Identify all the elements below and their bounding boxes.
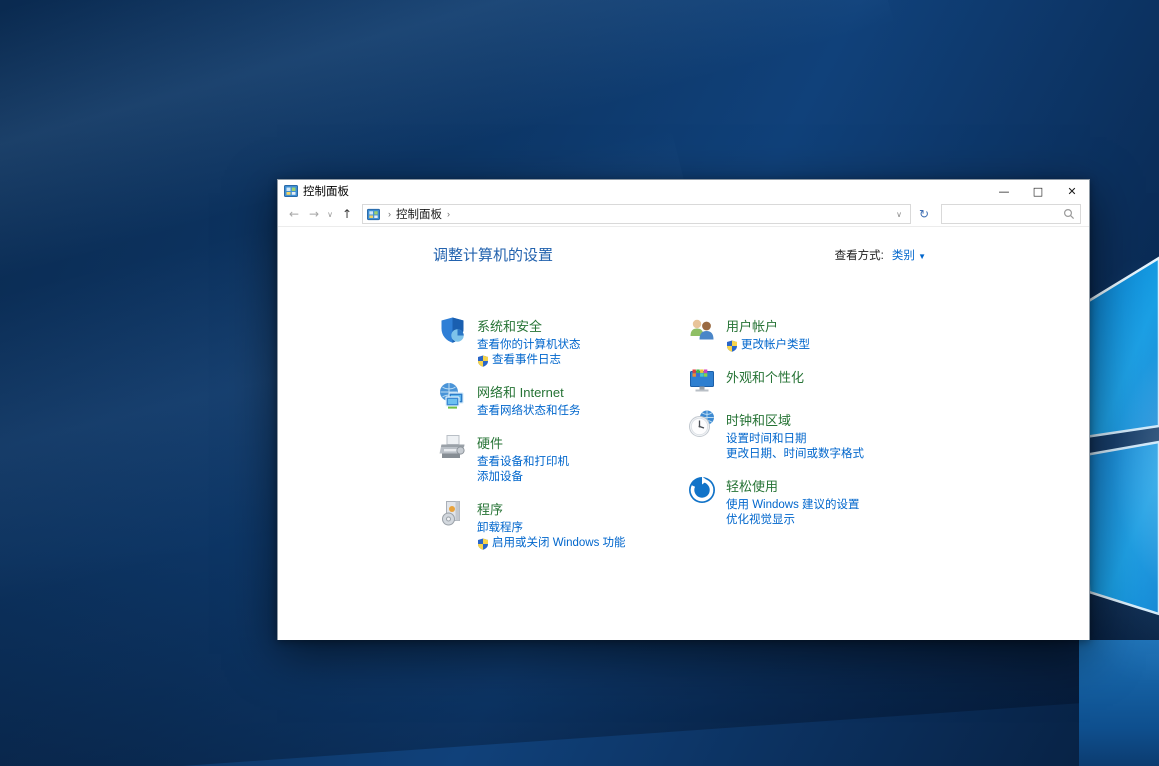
category-user-accounts: 用户帐户 更改帐户类型 xyxy=(687,315,987,353)
category-ease-of-access: 轻松使用 使用 Windows 建议的设置 优化视觉显示 xyxy=(687,475,987,528)
task-uninstall-program[interactable]: 卸载程序 xyxy=(477,521,626,536)
view-by-label: 查看方式: xyxy=(834,250,884,262)
title-bar[interactable]: 控制面板 — □ ✕ xyxy=(278,180,1089,202)
breadcrumb-control-panel[interactable]: 控制面板 xyxy=(396,206,442,222)
desktop-wallpaper: 控制面板 — □ ✕ ← → ∨ ↑ › 控制面板 › ∨ ↻ 调整计算机的设置… xyxy=(0,0,1159,766)
task-change-account-type[interactable]: 更改帐户类型 xyxy=(726,338,810,353)
control-panel-icon xyxy=(284,185,298,197)
task-set-time-date[interactable]: 设置时间和日期 xyxy=(726,432,864,447)
appearance-personalization-icon[interactable] xyxy=(687,366,717,396)
address-bar[interactable]: › 控制面板 › ∨ xyxy=(362,204,911,224)
task-view-event-logs[interactable]: 查看事件日志 xyxy=(477,353,581,368)
category-title-hardware[interactable]: 硬件 xyxy=(477,433,503,452)
user-accounts-icon[interactable] xyxy=(687,315,717,345)
category-system-security: 系统和安全 查看你的计算机状态 查看事件日志 xyxy=(438,315,687,368)
chevron-down-icon: ▼ xyxy=(918,252,926,261)
maximize-button[interactable]: □ xyxy=(1021,180,1055,202)
task-view-network-status[interactable]: 查看网络状态和任务 xyxy=(477,404,581,419)
programs-icon[interactable] xyxy=(438,498,468,528)
category-title-appearance[interactable]: 外观和个性化 xyxy=(726,367,804,386)
category-title-ease-of-access[interactable]: 轻松使用 xyxy=(726,476,778,495)
up-button[interactable]: ↑ xyxy=(336,207,358,221)
task-optimize-visual-display[interactable]: 优化视觉显示 xyxy=(726,513,860,528)
category-programs: 程序 卸载程序 启用或关闭 Windows 功能 xyxy=(438,498,687,551)
ease-of-access-icon[interactable] xyxy=(687,475,717,505)
category-title-system-security[interactable]: 系统和安全 xyxy=(477,316,542,335)
network-internet-icon[interactable] xyxy=(438,381,468,411)
task-suggested-settings[interactable]: 使用 Windows 建议的设置 xyxy=(726,498,860,513)
address-dropdown-chevron-icon[interactable]: ∨ xyxy=(890,210,908,219)
search-icon xyxy=(1063,208,1075,220)
page-title: 调整计算机的设置 xyxy=(433,247,554,264)
uac-shield-icon xyxy=(478,355,488,367)
refresh-button[interactable]: ↻ xyxy=(913,204,935,224)
uac-shield-icon xyxy=(478,538,488,550)
category-column-left: 系统和安全 查看你的计算机状态 查看事件日志 网络和 Internet 查看网络… xyxy=(438,315,687,564)
window-title: 控制面板 xyxy=(303,186,349,198)
forward-button[interactable]: → xyxy=(304,207,324,221)
uac-shield-icon xyxy=(727,340,737,352)
clock-region-icon[interactable] xyxy=(687,409,717,439)
minimize-button[interactable]: — xyxy=(987,180,1021,202)
task-add-device[interactable]: 添加设备 xyxy=(477,470,569,485)
category-column-right: 用户帐户 更改帐户类型 外观和个性化 时钟和区域 设置时间和日期 更改日期、时间… xyxy=(687,315,987,564)
search-input[interactable] xyxy=(947,208,1063,220)
printer-icon[interactable] xyxy=(438,432,468,462)
view-by: 查看方式: 类别 ▼ xyxy=(835,247,926,263)
category-hardware: 硬件 查看设备和打印机 添加设备 xyxy=(438,432,687,485)
recent-pages-chevron-icon[interactable]: ∨ xyxy=(324,210,336,219)
category-title-programs[interactable]: 程序 xyxy=(477,499,503,518)
task-review-computer-status[interactable]: 查看你的计算机状态 xyxy=(477,338,581,353)
breadcrumb-separator-icon[interactable]: › xyxy=(442,209,455,219)
task-view-devices-printers[interactable]: 查看设备和打印机 xyxy=(477,455,569,470)
category-title-user-accounts[interactable]: 用户帐户 xyxy=(726,316,778,335)
navigation-bar: ← → ∨ ↑ › 控制面板 › ∨ ↻ xyxy=(278,202,1089,227)
windows-logo-panes xyxy=(1083,256,1159,616)
control-panel-home: 调整计算机的设置 查看方式: 类别 ▼ 系统和安全 查看你的计算机状态 查看事件… xyxy=(278,227,1089,640)
view-by-dropdown[interactable]: 类别 ▼ xyxy=(892,250,926,262)
task-change-date-formats[interactable]: 更改日期、时间或数字格式 xyxy=(726,447,864,462)
task-windows-features[interactable]: 启用或关闭 Windows 功能 xyxy=(477,536,626,551)
control-panel-icon xyxy=(367,208,380,220)
back-button[interactable]: ← xyxy=(284,207,304,221)
close-button[interactable]: ✕ xyxy=(1055,180,1089,202)
control-panel-window: 控制面板 — □ ✕ ← → ∨ ↑ › 控制面板 › ∨ ↻ 调整计算机的设置… xyxy=(277,179,1090,640)
category-title-network-internet[interactable]: 网络和 Internet xyxy=(477,382,564,401)
breadcrumb-separator-icon: › xyxy=(388,209,391,219)
system-security-icon[interactable] xyxy=(438,315,468,345)
category-title-clock-region[interactable]: 时钟和区域 xyxy=(726,410,791,429)
category-appearance-personalization: 外观和个性化 xyxy=(687,366,987,396)
category-clock-region: 时钟和区域 设置时间和日期 更改日期、时间或数字格式 xyxy=(687,409,987,462)
search-box[interactable] xyxy=(941,204,1081,224)
category-network-internet: 网络和 Internet 查看网络状态和任务 xyxy=(438,381,687,419)
